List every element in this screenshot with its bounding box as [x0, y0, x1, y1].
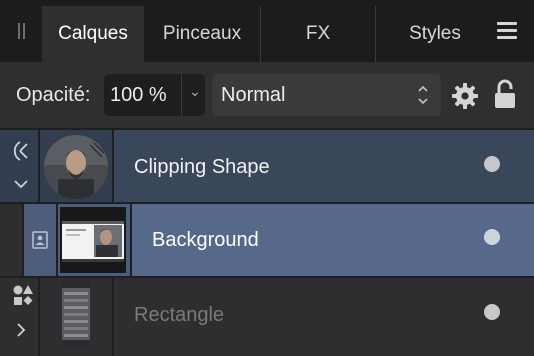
tab-bar: Calques Pinceaux FX Styles	[0, 0, 534, 62]
layers-list: Clipping Shape Background Rectangle	[0, 128, 534, 356]
layer-row[interactable]: Background	[0, 204, 534, 276]
layer-thumbnail	[60, 207, 126, 273]
panel-grip-icon[interactable]	[18, 23, 25, 39]
tab-styles[interactable]: Styles	[376, 6, 494, 62]
tab-label: Styles	[409, 23, 461, 44]
layer-controls: Opacité: 100 % ⌄ Normal	[0, 62, 534, 128]
row-divider	[112, 278, 114, 356]
layer-name[interactable]: Clipping Shape	[134, 156, 270, 179]
visibility-dot-icon[interactable]	[484, 229, 500, 245]
layer-row[interactable]: Clipping Shape	[0, 130, 534, 202]
chevron-down-icon[interactable]	[13, 178, 29, 190]
visibility-dot-icon[interactable]	[484, 156, 500, 172]
row-divider	[112, 130, 114, 202]
tab-calques[interactable]: Calques	[42, 6, 144, 62]
pixel-layer-icon[interactable]	[32, 231, 48, 249]
layer-thumbnail	[44, 135, 108, 199]
shapes-icon[interactable]	[12, 284, 34, 306]
blend-mode-value: Normal	[221, 84, 286, 106]
hamburger-menu-icon[interactable]	[497, 22, 517, 40]
clip-mask-icon[interactable]	[11, 140, 31, 162]
row-separator	[0, 276, 534, 278]
visibility-dot-icon[interactable]	[484, 304, 500, 320]
layer-thumbnail	[62, 280, 90, 346]
chevron-down-icon[interactable]: ⌄	[189, 83, 201, 100]
tab-label: Pinceaux	[162, 23, 242, 44]
row-separator	[0, 128, 534, 130]
row-divider	[38, 278, 40, 356]
chevron-right-icon[interactable]	[15, 322, 27, 338]
row-divider	[130, 204, 132, 276]
row-divider	[56, 204, 58, 276]
tab-label: Calques	[58, 23, 128, 44]
row-divider	[38, 130, 40, 202]
row-divider	[22, 204, 24, 276]
layers-panel: Calques Pinceaux FX Styles Opacité: 100 …	[0, 0, 534, 356]
opacity-value[interactable]: 100 %	[110, 84, 167, 107]
tab-pinceaux[interactable]: Pinceaux	[144, 6, 260, 62]
lock-open-icon[interactable]	[494, 79, 516, 109]
up-down-chevron-icon	[418, 85, 428, 105]
layer-row[interactable]: Rectangle	[0, 278, 534, 356]
blend-mode-select[interactable]: Normal	[212, 74, 441, 116]
gear-icon[interactable]	[452, 83, 478, 109]
opacity-field[interactable]: 100 % ⌄	[104, 74, 205, 116]
row-separator	[0, 202, 534, 204]
tab-fx[interactable]: FX	[261, 6, 375, 62]
tab-label: FX	[305, 23, 331, 44]
field-divider	[181, 74, 182, 116]
opacity-label: Opacité:	[16, 84, 91, 106]
layer-name[interactable]: Rectangle	[134, 304, 224, 327]
layer-name[interactable]: Background	[152, 229, 259, 252]
